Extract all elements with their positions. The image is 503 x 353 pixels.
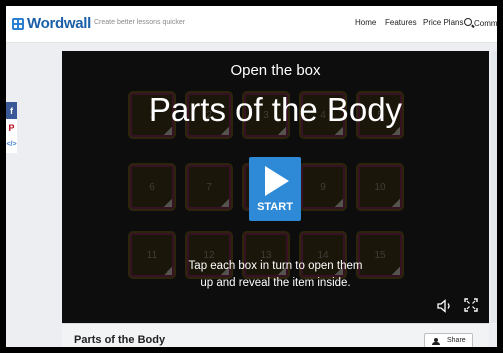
site-header: Wordwall Create better lessons quicker H… [6, 6, 497, 43]
fullscreen-icon[interactable] [464, 298, 478, 312]
nav-features[interactable]: Features [385, 18, 417, 27]
tagline: Create better lessons quicker [94, 19, 186, 26]
person-icon [432, 338, 440, 345]
game-area[interactable]: 1 2 3 4 5 6 7 8 9 10 11 12 13 14 15 Open… [62, 51, 489, 323]
share-button[interactable]: Share [424, 333, 473, 347]
game-title: Parts of the Body [148, 91, 403, 128]
embed-label: </> [6, 141, 17, 148]
logo-text[interactable]: Wordwall [27, 15, 91, 32]
pinterest-share-icon[interactable]: P [6, 119, 17, 136]
game-instruction: Open the box [230, 62, 321, 79]
search-icon [464, 18, 472, 26]
side-panel-edge [491, 51, 497, 323]
nav-community-label: Commun [474, 19, 497, 28]
nav-price-plans[interactable]: Price Plans [423, 18, 463, 27]
facebook-share-icon[interactable]: f [6, 102, 17, 119]
start-button[interactable]: START [249, 157, 301, 221]
browser-frame: Wordwall Create better lessons quicker H… [6, 6, 497, 347]
embed-share-icon[interactable]: </> [6, 136, 17, 153]
start-label: START [257, 201, 293, 213]
nav-home[interactable]: Home [355, 18, 376, 27]
nav-community[interactable]: Commun [464, 18, 497, 28]
share-label: Share [447, 337, 466, 344]
facebook-label: f [10, 105, 13, 116]
wordwall-logo-icon[interactable] [12, 18, 24, 30]
hint-line-2: up and reveal the item inside. [200, 277, 351, 289]
play-icon [265, 166, 289, 196]
hint-line-1: Tap each box in turn to open them [188, 260, 363, 272]
activity-footer: Parts of the Body Share [62, 323, 489, 347]
activity-title: Parts of the Body [74, 334, 166, 346]
pinterest-label: P [8, 122, 15, 133]
speaker-icon[interactable] [437, 299, 453, 313]
